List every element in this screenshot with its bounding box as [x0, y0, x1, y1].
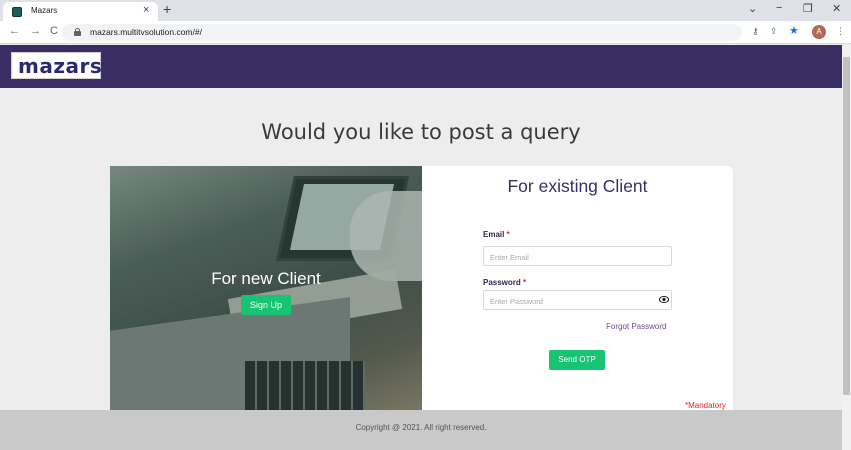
tab-search-icon[interactable]: ⌄: [748, 2, 757, 15]
sign-up-button[interactable]: Sign Up: [241, 295, 291, 315]
address-bar[interactable]: mazars.multitvsolution.com/#/: [62, 24, 742, 41]
email-label-text: Email: [483, 230, 505, 239]
browser-menu-icon[interactable]: ⋮: [836, 26, 845, 37]
show-password-eye-icon[interactable]: [658, 295, 670, 305]
browser-tabstrip: Mazars × + ⌄ − ❐ ✕: [0, 0, 851, 21]
back-icon[interactable]: ←: [9, 25, 20, 37]
scrollbar-thumb[interactable]: [843, 57, 850, 395]
copyright-text: Copyright @ 2021. All right reserved.: [355, 423, 487, 432]
browser-tab[interactable]: Mazars ×: [3, 2, 158, 21]
favicon-icon: [12, 7, 22, 17]
site-header: mazars: [0, 45, 842, 88]
share-icon[interactable]: ⇪: [770, 26, 778, 37]
main-content: Would you like to post a query For new C…: [0, 88, 842, 410]
password-label-text: Password: [483, 278, 521, 287]
tab-close-icon[interactable]: ×: [143, 4, 149, 16]
new-client-panel: For new Client Sign Up: [110, 166, 422, 410]
site-footer: Copyright @ 2021. All right reserved.: [0, 410, 842, 450]
email-input[interactable]: Enter Email: [483, 246, 672, 266]
existing-client-panel: For existing Client Email * Enter Email …: [422, 166, 733, 410]
forward-icon[interactable]: →: [30, 25, 41, 37]
send-otp-button[interactable]: Send OTP: [549, 350, 605, 370]
window-close-icon[interactable]: ✕: [832, 2, 841, 15]
key-icon[interactable]: ⚷: [752, 26, 759, 37]
email-label: Email *: [483, 230, 510, 239]
bookmark-star-icon[interactable]: ★: [789, 24, 799, 37]
mandatory-note: *Mandatory: [685, 401, 726, 410]
page-scrollbar[interactable]: [842, 45, 851, 450]
tab-title: Mazars: [31, 6, 58, 15]
password-placeholder: Enter Password: [490, 297, 543, 306]
forgot-password-link[interactable]: Forgot Password: [606, 322, 666, 331]
browser-toolbar: ← → C mazars.multitvsolution.com/#/ ⚷ ⇪ …: [0, 21, 851, 44]
page-headline: Would you like to post a query: [261, 120, 581, 144]
password-input[interactable]: Enter Password: [483, 290, 672, 310]
new-client-title: For new Client: [211, 269, 321, 288]
restore-icon[interactable]: ❐: [803, 2, 813, 15]
email-placeholder: Enter Email: [490, 253, 529, 262]
reload-icon[interactable]: C: [50, 25, 58, 37]
profile-avatar[interactable]: A: [812, 25, 826, 39]
existing-client-title: For existing Client: [507, 176, 648, 196]
minimize-icon[interactable]: −: [776, 2, 782, 14]
url-text: mazars.multitvsolution.com/#/: [90, 27, 202, 37]
password-label: Password *: [483, 278, 526, 287]
mazars-logo[interactable]: mazars: [11, 52, 103, 79]
required-mark: *: [506, 230, 510, 239]
required-mark: *: [523, 278, 527, 287]
lock-icon: [74, 28, 81, 36]
new-tab-icon[interactable]: +: [163, 1, 171, 17]
logo-text: mazars: [18, 54, 103, 78]
